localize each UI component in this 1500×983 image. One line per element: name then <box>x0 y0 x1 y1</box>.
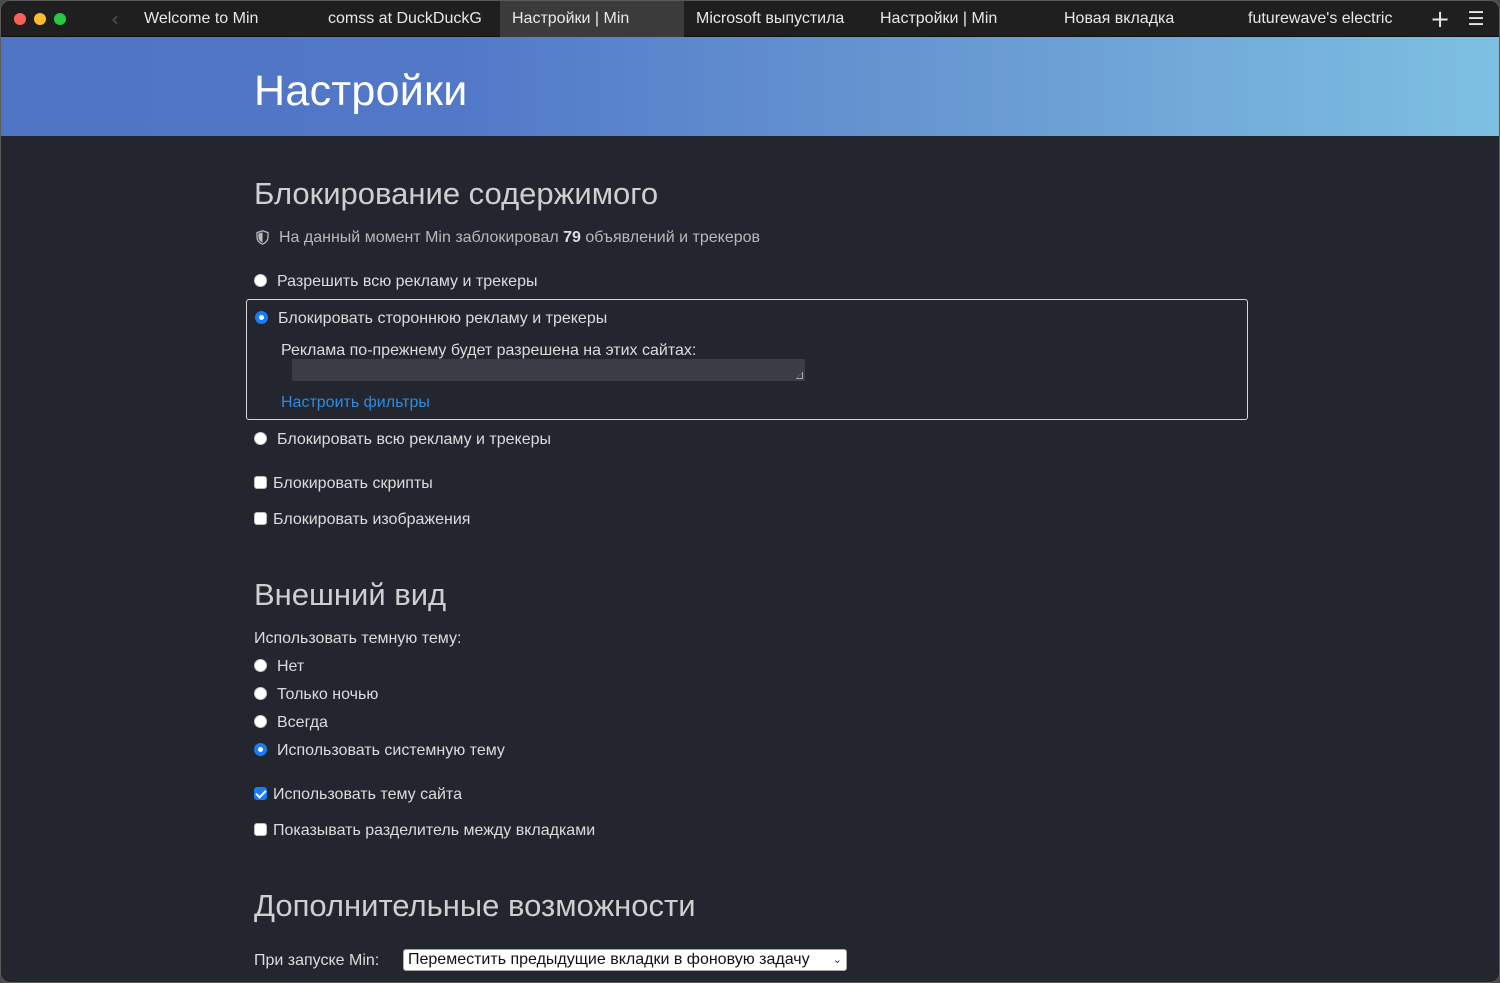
dark-theme-label: Использовать темную тему: <box>254 630 462 647</box>
back-arrow-icon[interactable]: ‹ <box>105 7 125 31</box>
chevron-down-icon: ⌄ <box>832 953 842 966</box>
tab-settings-active[interactable]: Настройки | Min <box>500 1 684 37</box>
radio-theme-night-label[interactable]: Только ночью <box>277 686 378 704</box>
radio-theme-night[interactable] <box>254 687 267 700</box>
shield-icon <box>256 230 269 245</box>
radio-theme-system-label[interactable]: Использовать системную тему <box>277 742 505 760</box>
site-theme-checkbox[interactable] <box>254 787 267 800</box>
blocked-count: 79 <box>563 229 581 246</box>
block-scripts-label[interactable]: Блокировать скрипты <box>273 475 433 493</box>
advanced-heading: Дополнительные возможности <box>254 888 696 923</box>
browser-window: ‹ Welcome to Min comss at DuckDuckG Наст… <box>0 0 1500 983</box>
tab-microsoft[interactable]: Microsoft выпустила <box>684 1 868 37</box>
startup-selected-value: Переместить предыдущие вкладки в фоновую… <box>408 951 810 968</box>
radio-theme-always-label[interactable]: Всегда <box>277 714 328 732</box>
startup-select[interactable]: Переместить предыдущие вкладки в фоновую… <box>403 949 847 971</box>
startup-label: При запуске Min: <box>254 952 380 969</box>
tab-separator-label[interactable]: Показывать разделитель между вкладками <box>273 822 595 840</box>
blocked-stat-prefix: На данный момент Min заблокировал <box>279 229 559 246</box>
radio-theme-no-label[interactable]: Нет <box>277 658 304 676</box>
tab-new-tab[interactable]: Новая вкладка <box>1052 1 1236 37</box>
settings-header: Настройки <box>1 37 1499 136</box>
site-theme-label[interactable]: Использовать тему сайта <box>273 786 462 804</box>
radio-block-all-label[interactable]: Блокировать всю рекламу и трекеры <box>277 431 551 449</box>
block-images-checkbox[interactable] <box>254 512 267 525</box>
radio-allow-all[interactable] <box>254 274 267 287</box>
tab-separator-checkbox[interactable] <box>254 823 267 836</box>
radio-block-third-party[interactable] <box>255 311 268 324</box>
blocked-stat: На данный момент Min заблокировал 79 объ… <box>279 229 760 247</box>
new-tab-icon[interactable]: + <box>1427 1 1453 37</box>
tab-settings[interactable]: Настройки | Min <box>868 1 1052 37</box>
window-minimize-button[interactable] <box>34 13 46 25</box>
radio-theme-always[interactable] <box>254 715 267 728</box>
content-blocking-heading: Блокирование содержимого <box>254 176 659 211</box>
resize-handle-icon[interactable] <box>796 372 803 379</box>
menu-icon[interactable]: ☰ <box>1463 1 1489 37</box>
radio-theme-no[interactable] <box>254 659 267 672</box>
blocked-stat-suffix: объявлений и трекеров <box>585 229 761 246</box>
radio-block-third-party-label[interactable]: Блокировать стороннюю рекламу и трекеры <box>278 310 607 328</box>
exceptions-label: Реклама по-прежнему будет разрешена на э… <box>281 342 697 359</box>
exceptions-textarea[interactable] <box>292 359 805 381</box>
page-title: Настройки <box>254 67 468 115</box>
radio-theme-system[interactable] <box>254 743 267 756</box>
settings-content: Блокирование содержимого На данный момен… <box>1 136 1499 982</box>
radio-block-all[interactable] <box>254 432 267 445</box>
block-images-label[interactable]: Блокировать изображения <box>273 511 470 529</box>
window-close-button[interactable] <box>14 13 26 25</box>
tab-futurewave[interactable]: futurewave's electric <box>1236 1 1420 37</box>
radio-allow-all-label[interactable]: Разрешить всю рекламу и трекеры <box>277 273 537 291</box>
tab-bar: ‹ Welcome to Min comss at DuckDuckG Наст… <box>1 1 1499 37</box>
configure-filters-link[interactable]: Настроить фильтры <box>281 394 430 412</box>
block-scripts-checkbox[interactable] <box>254 476 267 489</box>
tab-welcome[interactable]: Welcome to Min <box>132 1 316 37</box>
window-maximize-button[interactable] <box>54 13 66 25</box>
tab-duckduckgo[interactable]: comss at DuckDuckG <box>316 1 500 37</box>
appearance-heading: Внешний вид <box>254 577 447 612</box>
